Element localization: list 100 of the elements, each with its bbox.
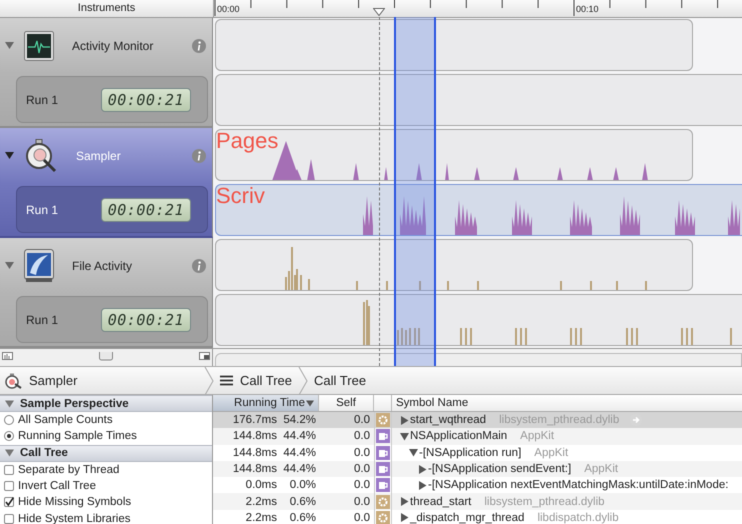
checkbox[interactable] (4, 497, 14, 508)
time-label: 00:10 (576, 4, 599, 15)
run-panel[interactable]: Run 1 00:00:21 (16, 76, 208, 123)
symbol-name: -[NSApplication run] (419, 446, 522, 459)
symbol-name: start_wqthread (410, 414, 486, 426)
self-cell-text: 0.0 (353, 512, 371, 524)
table-row[interactable]: 144.8ms 44.4% 0.0 NSApplicationMain AppKit (213, 428, 742, 445)
disclosure-triangle-icon[interactable] (5, 151, 14, 160)
radio-button[interactable] (4, 415, 14, 426)
cup-icon (376, 429, 390, 444)
info-icon[interactable] (192, 258, 206, 272)
self-cell-text: 0.0 (353, 414, 371, 426)
checkbox[interactable] (4, 464, 14, 475)
instrument-name: Activity Monitor (72, 38, 154, 52)
symbol-name: -[NSApplication nextEventMatchingMask:untilDate:inMode: (428, 479, 728, 492)
table-row[interactable]: 2.2ms 0.6% 0.0 thread_start libsystem_pthread.dylib (213, 493, 742, 510)
disclosure-triangle-icon[interactable] (400, 416, 409, 425)
option-label: Hide System Libraries (18, 512, 130, 524)
time-cell-text: 0.0ms (244, 479, 277, 492)
cup-icon (376, 478, 390, 492)
section-header[interactable]: Call Tree (0, 444, 212, 462)
gear-icon (376, 494, 390, 509)
cup-icon (376, 446, 390, 460)
section-header[interactable]: Sample Perspective (0, 395, 212, 412)
option-label: All Sample Counts (18, 414, 113, 426)
track-background[interactable] (215, 74, 742, 126)
toggle-button[interactable] (99, 352, 113, 361)
track-background[interactable] (215, 294, 742, 346)
run-label: Run 1 (26, 202, 58, 216)
hard-drive-icon (24, 248, 54, 282)
disclosure-triangle-icon[interactable] (5, 41, 14, 50)
self-cell-text: 0.0 (353, 496, 371, 508)
option-label: Running Sample Times (18, 430, 137, 442)
disclosure-triangle-icon[interactable] (400, 513, 409, 522)
percent-cell-text: 0.0% (288, 479, 317, 492)
panel-icon[interactable] (199, 352, 210, 360)
breadcrumb-item[interactable]: Sampler (0, 367, 204, 394)
elapsed-time-display: 00:00:21 (100, 88, 191, 112)
option-label: Separate by Thread (18, 464, 120, 476)
time-cell-text: 144.8ms (232, 463, 277, 476)
disclosure-triangle-icon (5, 449, 14, 458)
time-cell-text: 2.2ms (244, 512, 277, 524)
disclosure-triangle-icon[interactable] (418, 464, 427, 474)
library-name: libsystem_pthread.dylib (484, 496, 605, 508)
option-label: Invert Call Tree (18, 480, 96, 492)
library-name: libdispatch.dylib (537, 512, 619, 524)
info-icon[interactable] (192, 38, 206, 52)
table-row[interactable]: 176.7ms 54.2% 0.0 start_wqthread libsystem_pthread.dylib (213, 412, 742, 428)
time-cell-text: 144.8ms (232, 430, 277, 442)
table-row[interactable]: 144.8ms 44.4% 0.0 -[NSApplication run] AppKit (213, 444, 742, 461)
time-label: 00:00 (217, 4, 240, 15)
cup-icon (376, 462, 390, 476)
library-name: AppKit (584, 463, 618, 476)
stopwatch-icon (24, 138, 58, 172)
disclosure-triangle-icon (5, 400, 14, 408)
instrument-name: Sampler (76, 148, 122, 162)
time-cell-text: 144.8ms (232, 446, 277, 459)
self-cell-text: 0.0 (353, 430, 371, 442)
table-row[interactable]: 2.2ms 0.6% 0.0 _dispatch_mgr_thread libdispatch.dylib (213, 510, 742, 524)
column-header[interactable]: Symbol Name (392, 395, 742, 411)
list-icon (220, 375, 233, 386)
symbol-name: _dispatch_mgr_thread (410, 512, 524, 524)
library-name: libsystem_pthread.dylib (499, 414, 620, 426)
time-selection[interactable] (394, 17, 436, 366)
checkbox[interactable] (4, 514, 14, 524)
percent-cell-text: 0.6% (288, 512, 317, 524)
breadcrumb-item[interactable]: Call Tree (214, 367, 298, 394)
symbol-name: thread_start (410, 496, 472, 508)
graph-icon[interactable] (2, 352, 13, 360)
disclosure-triangle-icon[interactable] (5, 261, 14, 270)
disclosure-triangle-icon[interactable] (418, 480, 427, 490)
option-label: Hide Missing Symbols (18, 496, 132, 508)
run-label: Run 1 (26, 92, 58, 106)
breadcrumb-item[interactable]: Call Tree (308, 367, 372, 394)
info-icon[interactable] (192, 148, 206, 162)
run-panel[interactable]: Run 1 00:00:21 (16, 296, 208, 343)
disclosure-triangle-icon[interactable] (400, 497, 409, 506)
checkbox[interactable] (4, 481, 14, 492)
run-panel[interactable]: Run 1 00:00:21 (16, 186, 208, 233)
percent-cell-text: 54.2% (282, 414, 317, 426)
column-header[interactable]: Running Time (213, 395, 319, 411)
self-cell-text: 0.0 (353, 463, 371, 476)
instrument-name: File Activity (72, 258, 134, 272)
table-row[interactable]: 144.8ms 44.4% 0.0 -[NSApplication sendEvent:] AppKit (213, 460, 742, 478)
percent-cell-text: 0.6% (288, 496, 317, 508)
disclosure-triangle-icon[interactable] (409, 448, 418, 458)
symbol-name: -[NSApplication sendEvent:] (428, 463, 572, 476)
run-label: Run 1 (26, 312, 58, 326)
heartbeat-monitor-icon (24, 30, 54, 60)
percent-cell-text: 44.4% (282, 430, 317, 442)
library-name: AppKit (520, 430, 554, 442)
track-annotation: Scriv (216, 185, 265, 209)
elapsed-time-display: 00:00:21 (100, 198, 191, 222)
percent-cell-text: 44.4% (282, 446, 317, 459)
column-header[interactable]: Self (319, 395, 374, 411)
playhead-handle-icon[interactable] (373, 8, 385, 16)
disclosure-triangle-icon[interactable] (400, 432, 409, 441)
time-cell-text: 2.2ms (244, 496, 277, 508)
radio-button[interactable] (4, 431, 14, 442)
gear-icon (376, 413, 390, 428)
